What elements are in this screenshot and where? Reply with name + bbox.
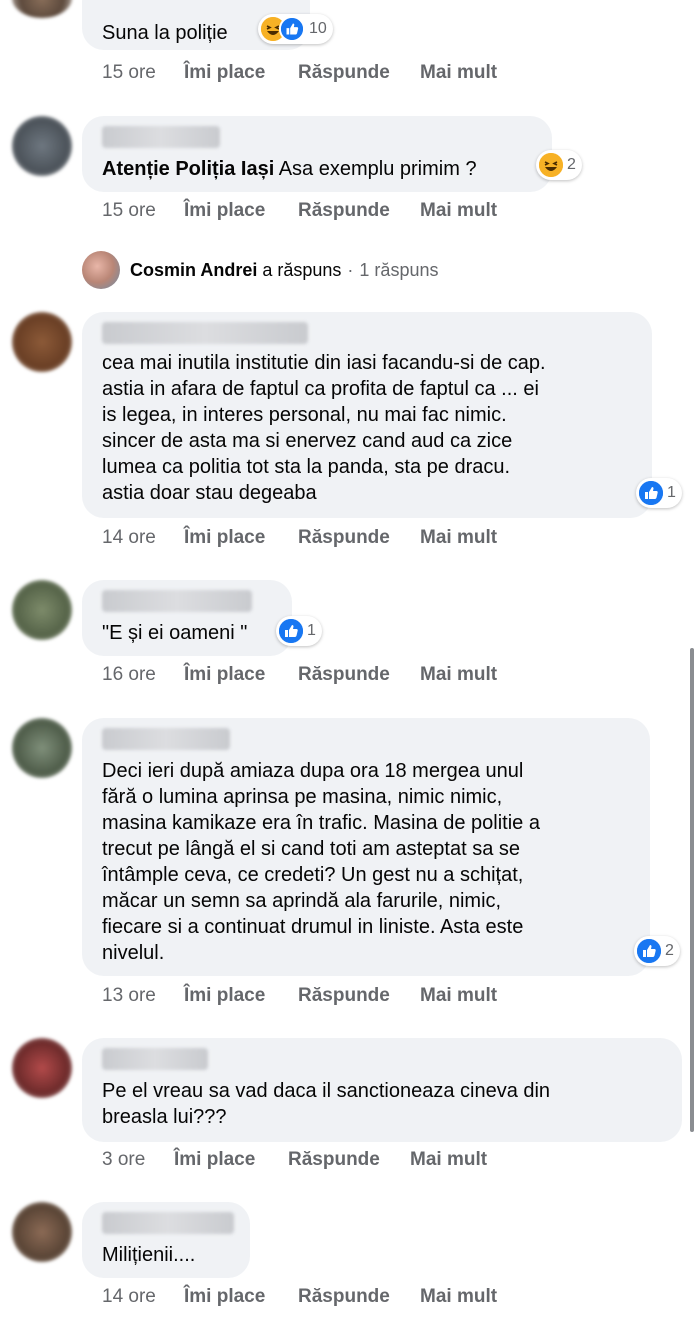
like-button[interactable]: Îmi place: [174, 1149, 288, 1171]
blurred-author-name[interactable]: [102, 1212, 234, 1234]
comment-bubble: Milițienii....: [82, 1202, 250, 1278]
like-button[interactable]: Îmi place: [184, 62, 298, 84]
reply-action-text: a răspuns: [257, 259, 342, 280]
reply-count: 1 răspuns: [359, 259, 439, 280]
comment-actions: 16 ore Îmi place Răspunde Mai mult: [102, 664, 497, 686]
blurred-author-name[interactable]: [102, 590, 252, 612]
comment-text: Pe el vreau sa vad daca il sanctioneaza …: [102, 1080, 551, 1128]
comment-time[interactable]: 15 ore: [102, 62, 184, 84]
reaction-summary[interactable]: 1: [276, 616, 322, 646]
comment-time[interactable]: 3 ore: [102, 1149, 174, 1171]
comment-bubble: Atenție Poliția Iași Asa exemplu primim …: [82, 116, 552, 192]
more-button[interactable]: Mai mult: [420, 527, 497, 549]
comment-text: Atenție Poliția Iași Asa exemplu primim …: [102, 156, 534, 182]
avatar[interactable]: [12, 312, 72, 372]
like-icon: [279, 16, 305, 42]
comment-time[interactable]: 15 ore: [102, 200, 184, 222]
comment-actions: 15 ore Îmi place Răspunde Mai mult: [102, 200, 497, 222]
comment-text: "E și ei oameni ": [102, 622, 248, 644]
comment-time[interactable]: 14 ore: [102, 1286, 184, 1308]
like-button[interactable]: Îmi place: [184, 1286, 298, 1308]
more-button[interactable]: Mai mult: [410, 1149, 487, 1171]
reaction-count: 2: [665, 942, 674, 959]
reply-button[interactable]: Răspunde: [298, 985, 420, 1007]
comment-actions: 15 ore Îmi place Răspunde Mai mult: [102, 62, 497, 84]
comment-bubble: Deci ieri după amiaza dupa ora 18 mergea…: [82, 718, 650, 976]
scrollbar[interactable]: [690, 648, 694, 1132]
comment-body: Asa exemplu primim ?: [274, 158, 477, 180]
comment-actions: 14 ore Îmi place Răspunde Mai mult: [102, 527, 497, 549]
avatar[interactable]: [12, 116, 72, 176]
reaction-count: 10: [309, 20, 327, 37]
blurred-author-name[interactable]: [102, 1048, 208, 1070]
comment-time[interactable]: 16 ore: [102, 664, 184, 686]
reaction-summary[interactable]: 2: [634, 936, 680, 966]
reaction-count: 1: [667, 484, 676, 501]
blurred-author-name[interactable]: [102, 126, 220, 148]
reply-button[interactable]: Răspunde: [298, 1286, 420, 1308]
comment-bubble: "E și ei oameni ": [82, 580, 292, 656]
avatar[interactable]: [12, 1202, 72, 1262]
avatar[interactable]: [12, 1038, 72, 1098]
like-icon: [279, 619, 303, 643]
avatar[interactable]: [12, 718, 72, 778]
comment-time[interactable]: 14 ore: [102, 527, 184, 549]
like-button[interactable]: Îmi place: [184, 664, 298, 686]
more-button[interactable]: Mai mult: [420, 985, 497, 1007]
like-icon: [637, 939, 661, 963]
like-button[interactable]: Îmi place: [184, 200, 298, 222]
reaction-summary[interactable]: 2: [536, 150, 582, 180]
comment-actions: 3 ore Îmi place Răspunde Mai mult: [102, 1149, 487, 1171]
reply-button[interactable]: Răspunde: [298, 527, 420, 549]
reaction-summary[interactable]: 1: [636, 478, 682, 508]
comment-bubble: Pe el vreau sa vad daca il sanctioneaza …: [82, 1038, 682, 1142]
more-button[interactable]: Mai mult: [420, 62, 497, 84]
comment-time[interactable]: 13 ore: [102, 985, 184, 1007]
reaction-count: 2: [567, 156, 576, 173]
reaction-count: 1: [307, 622, 316, 639]
more-button[interactable]: Mai mult: [420, 1286, 497, 1308]
mention-tag[interactable]: Atenție Poliția Iași: [102, 158, 274, 180]
comment-text: Deci ieri după amiaza dupa ora 18 mergea…: [102, 760, 540, 964]
more-button[interactable]: Mai mult: [420, 664, 497, 686]
blurred-author-name[interactable]: [102, 728, 230, 750]
comment-actions: 14 ore Îmi place Răspunde Mai mult: [102, 1286, 497, 1308]
avatar[interactable]: [12, 580, 72, 640]
like-button[interactable]: Îmi place: [184, 985, 298, 1007]
avatar[interactable]: [12, 0, 72, 18]
blurred-author-name[interactable]: [102, 322, 308, 344]
more-button[interactable]: Mai mult: [420, 200, 497, 222]
comment-actions: 13 ore Îmi place Răspunde Mai mult: [102, 985, 497, 1007]
like-icon: [639, 481, 663, 505]
reply-button[interactable]: Răspunde: [298, 200, 420, 222]
reply-button[interactable]: Răspunde: [298, 664, 420, 686]
haha-icon: [539, 153, 563, 177]
replies-summary[interactable]: Cosmin Andrei a răspuns · 1 răspuns: [82, 250, 438, 290]
like-button[interactable]: Îmi place: [184, 527, 298, 549]
separator-dot: ·: [347, 259, 354, 280]
comment-bubble: cea mai inutila institutie din iasi faca…: [82, 312, 652, 518]
reply-avatar: [82, 251, 120, 289]
reply-button[interactable]: Răspunde: [288, 1149, 410, 1171]
reply-button[interactable]: Răspunde: [298, 62, 420, 84]
comment-text: Milițienii....: [102, 1244, 196, 1266]
reply-author-name: Cosmin Andrei: [130, 259, 258, 280]
reaction-summary[interactable]: 10: [258, 14, 333, 44]
comment-text: cea mai inutila institutie din iasi faca…: [102, 352, 546, 504]
